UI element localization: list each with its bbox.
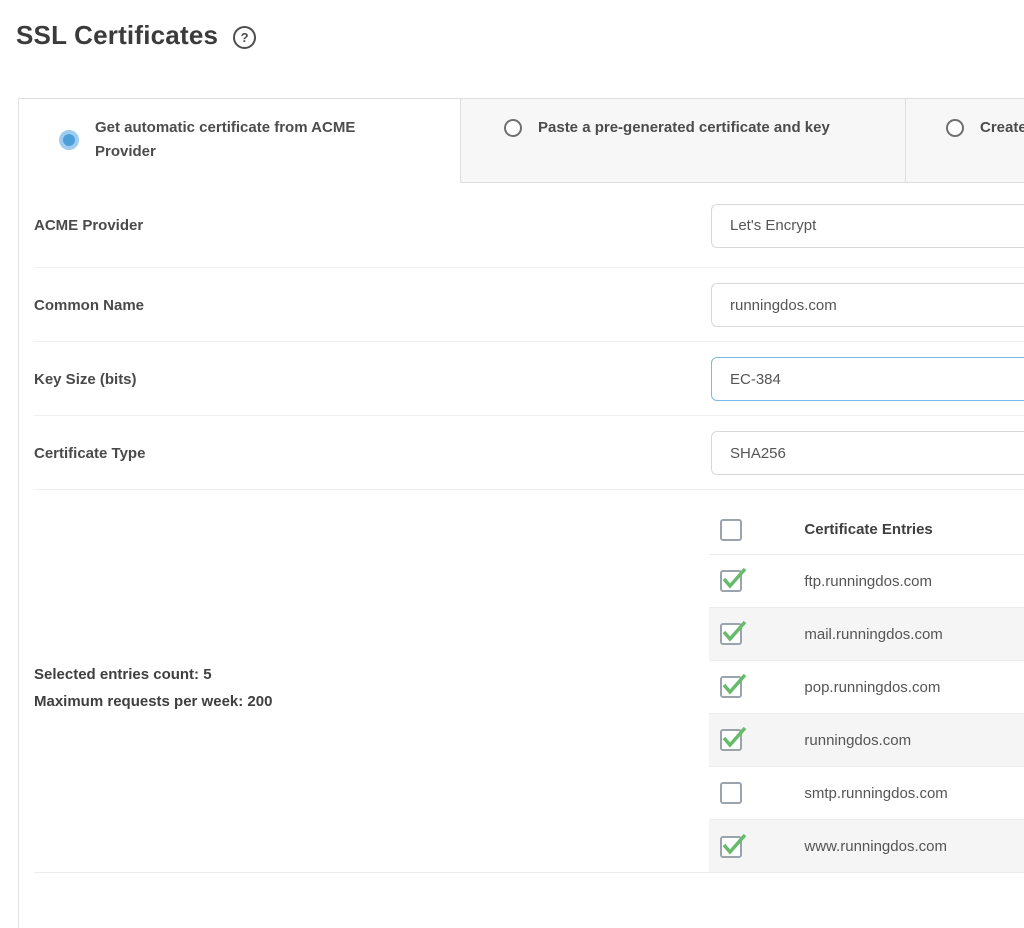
entry-checkbox[interactable] (720, 729, 742, 751)
form-row: ACME Provider Let's Encrypt (19, 183, 1024, 268)
entry-domain: ftp.runningdos.com (804, 573, 932, 590)
table-header-label: Certificate Entries (804, 521, 932, 538)
tab-inner: Get automatic certificate from ACME Prov… (59, 116, 395, 164)
form-row: Common Name runningdos.com (19, 268, 1024, 342)
form-field-label: ACME Provider (34, 217, 711, 234)
checkmark-icon (721, 672, 747, 698)
table-body: ftp.runningdos.com mail.runningdos.com p… (709, 555, 1024, 873)
entry-checkbox[interactable] (720, 782, 742, 804)
tab-label: Create (980, 116, 1024, 140)
ssl-certificates-panel: Get automatic certificate from ACME Prov… (18, 98, 1024, 928)
checkmark-icon (721, 725, 747, 751)
checkmark-icon (721, 619, 747, 645)
tab-label: Paste a pre-generated certificate and ke… (538, 116, 830, 140)
form-field-input[interactable]: EC-384 (711, 357, 1024, 401)
entry-domain: pop.runningdos.com (804, 679, 940, 696)
page-title: SSL Certificates (16, 20, 218, 51)
form-field-input[interactable]: SHA256 (711, 431, 1024, 475)
checkmark-icon (721, 832, 747, 858)
table-row: ftp.runningdos.com (709, 555, 1024, 608)
form-field-label: Key Size (bits) (34, 371, 711, 388)
entry-domain: www.runningdos.com (804, 838, 947, 855)
help-icon[interactable]: ? (233, 26, 256, 49)
checkmark-icon (721, 566, 747, 592)
table-row: runningdos.com (709, 714, 1024, 767)
tab-option[interactable]: Paste a pre-generated certificate and ke… (461, 99, 906, 183)
certificate-mode-tabs: Get automatic certificate from ACME Prov… (19, 98, 1024, 183)
radio-icon[interactable] (504, 119, 522, 137)
entry-checkbox[interactable] (720, 676, 742, 698)
form-field-label: Certificate Type (34, 445, 711, 462)
selected-entries-count: Selected entries count: 5 (34, 661, 709, 688)
tab-inner: Create (946, 116, 1024, 140)
entry-domain: mail.runningdos.com (804, 626, 942, 643)
entry-checkbox[interactable] (720, 570, 742, 592)
table-row: mail.runningdos.com (709, 608, 1024, 661)
certificate-entries-section: Selected entries count: 5 Maximum reques… (19, 490, 1024, 885)
radio-icon[interactable] (946, 119, 964, 137)
entry-domain: runningdos.com (804, 732, 911, 749)
form-row: Key Size (bits) EC-384 (19, 342, 1024, 416)
table-row: smtp.runningdos.com (709, 767, 1024, 820)
tab-option[interactable]: Get automatic certificate from ACME Prov… (19, 99, 461, 183)
radio-icon[interactable] (59, 130, 79, 150)
table-row: www.runningdos.com (709, 820, 1024, 873)
select-all-checkbox[interactable] (720, 519, 742, 541)
tab-option[interactable]: Create (906, 99, 1024, 183)
max-requests-per-week: Maximum requests per week: 200 (34, 688, 709, 715)
table-header-row: Certificate Entries (709, 505, 1024, 555)
entries-stats: Selected entries count: 5 Maximum reques… (34, 661, 709, 715)
entry-checkbox[interactable] (720, 836, 742, 858)
entry-domain: smtp.runningdos.com (804, 785, 947, 802)
tab-inner: Paste a pre-generated certificate and ke… (504, 116, 830, 140)
certificate-entries-table: Certificate Entries ftp.runningdos.com m… (709, 490, 1024, 885)
form-field-input[interactable]: Let's Encrypt (711, 204, 1024, 248)
form-field-input[interactable]: runningdos.com (711, 283, 1024, 327)
form-row: Certificate Type SHA256 (19, 416, 1024, 490)
acme-form: ACME Provider Let's Encrypt Common Name … (19, 183, 1024, 490)
tab-label: Get automatic certificate from ACME Prov… (95, 116, 395, 164)
form-field-label: Common Name (34, 297, 711, 314)
page-header: SSL Certificates ? (0, 0, 1024, 51)
table-row: pop.runningdos.com (709, 661, 1024, 714)
entry-checkbox[interactable] (720, 623, 742, 645)
